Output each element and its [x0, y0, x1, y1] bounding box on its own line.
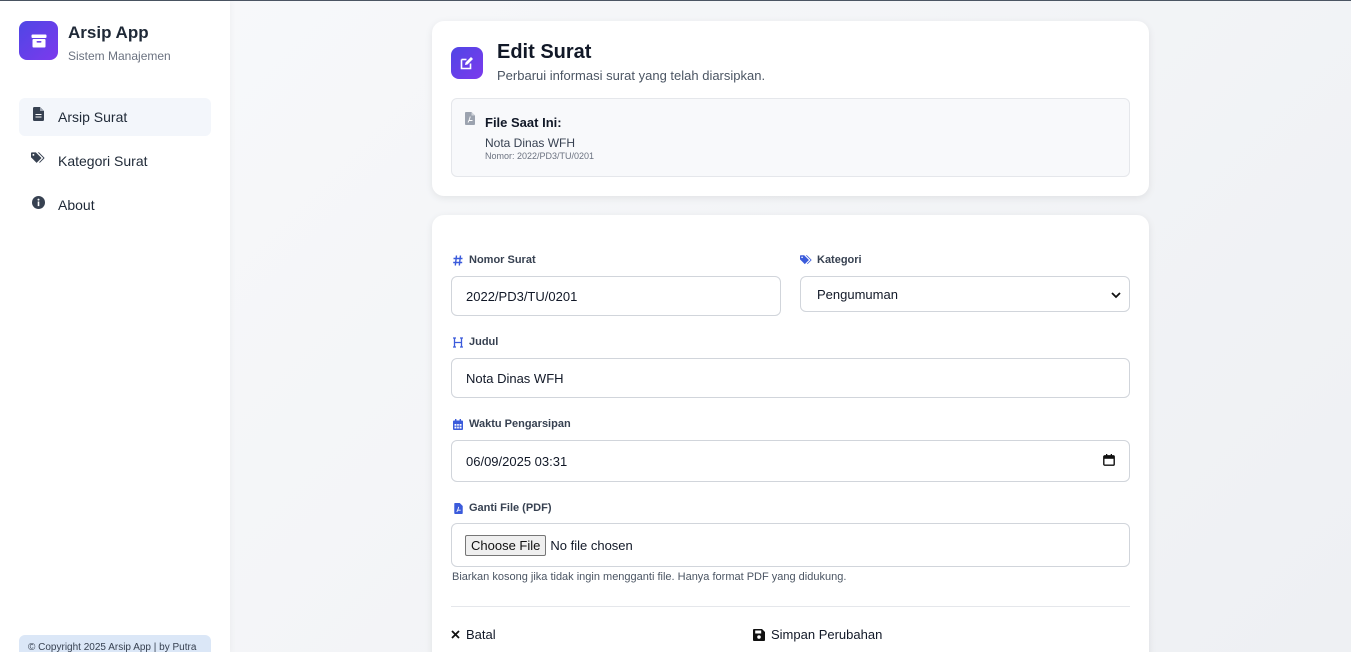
kategori-label: Kategori: [800, 254, 862, 266]
edit-form-card: Nomor Surat 2022/PD3/TU/0201 Kategori Pe…: [432, 215, 1149, 652]
file-hint: Biarkan kosong jika tidak ingin menggant…: [452, 571, 847, 583]
kategori-selected-value: Pengumuman: [817, 286, 898, 302]
file-pdf-icon: [452, 502, 464, 514]
choose-file-button[interactable]: Choose File: [465, 534, 547, 556]
edit-icon: [451, 47, 483, 79]
brand[interactable]: Arsip App Sistem Manajemen: [19, 21, 171, 63]
judul-label: Judul: [452, 336, 498, 348]
sidebar-nav: Arsip Surat Kategori Surat About: [19, 98, 211, 230]
save-button[interactable]: Simpan Perubahan: [753, 627, 882, 642]
tags-icon: [31, 151, 45, 165]
waktu-value: 06/09/2025 03:31: [466, 453, 568, 469]
save-icon: [753, 628, 765, 641]
current-file-number: Nomor: 2022/PD3/TU/0201: [485, 151, 595, 161]
waktu-datetime-input[interactable]: 06/09/2025 03:31: [451, 440, 1130, 482]
sidebar-item-label: About: [58, 197, 95, 213]
judul-input[interactable]: Nota Dinas WFH: [451, 358, 1130, 398]
app-subtitle: Sistem Manajemen: [68, 49, 171, 63]
kategori-select[interactable]: Pengumuman: [800, 276, 1130, 312]
calendar-icon: [452, 418, 464, 430]
file-upload-input[interactable]: Choose File No file chosen: [451, 523, 1130, 567]
hashtag-icon: [452, 254, 464, 266]
tags-icon: [800, 255, 812, 265]
sidebar: Arsip App Sistem Manajemen Arsip Surat K…: [0, 1, 230, 652]
sidebar-item-about[interactable]: About: [19, 186, 211, 224]
heading-icon: [452, 336, 464, 348]
close-icon: [451, 630, 460, 639]
ganti-file-label: Ganti File (PDF): [452, 502, 552, 514]
cancel-button[interactable]: Batal: [451, 627, 496, 642]
sidebar-item-arsip-surat[interactable]: Arsip Surat: [19, 98, 211, 136]
sidebar-item-label: Arsip Surat: [58, 109, 128, 125]
info-icon: [31, 195, 45, 209]
current-file-label: File Saat Ini:: [485, 115, 562, 130]
calendar-picker-icon[interactable]: [1103, 453, 1115, 469]
nomor-surat-input[interactable]: 2022/PD3/TU/0201: [451, 276, 781, 316]
copyright: © Copyright 2025 Arsip App | by Putra: [19, 635, 211, 652]
divider: [451, 606, 1130, 607]
file-pdf-icon: [465, 112, 475, 130]
file-status: No file chosen: [550, 537, 633, 553]
sidebar-item-label: Kategori Surat: [58, 153, 148, 169]
chevron-down-icon: [1111, 287, 1121, 302]
edit-header-card: Edit Surat Perbarui informasi surat yang…: [432, 21, 1149, 196]
page-title: Edit Surat: [497, 41, 592, 63]
file-icon: [31, 107, 45, 121]
page-subtitle: Perbarui informasi surat yang telah diar…: [497, 68, 766, 83]
nomor-surat-label: Nomor Surat: [452, 254, 536, 266]
app-title: Arsip App: [68, 23, 149, 42]
current-file-name: Nota Dinas WFH: [485, 136, 576, 150]
waktu-label: Waktu Pengarsipan: [452, 418, 571, 430]
archive-icon: [19, 21, 58, 60]
current-file-box: File Saat Ini: Nota Dinas WFH Nomor: 202…: [451, 98, 1130, 177]
sidebar-item-kategori-surat[interactable]: Kategori Surat: [19, 142, 211, 180]
